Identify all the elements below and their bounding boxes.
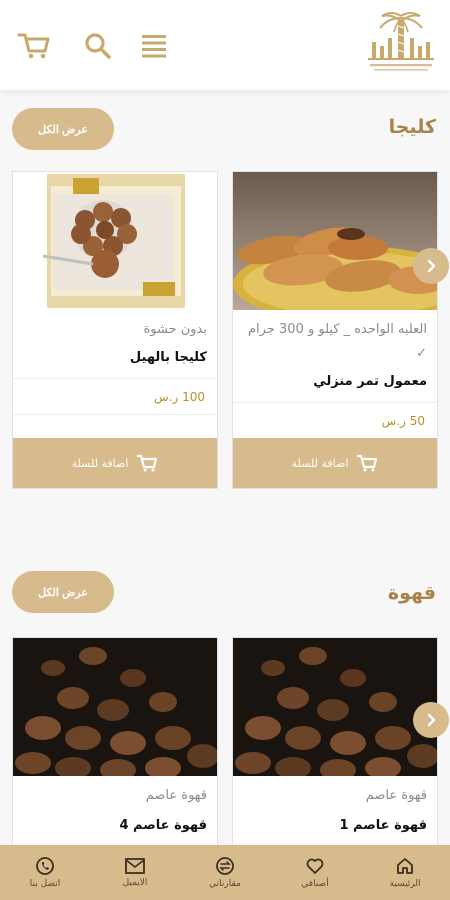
product-description: قهوة عاصم — [145, 788, 207, 803]
product-name[interactable]: كليجا بالهيل — [21, 350, 207, 365]
product-card[interactable]: العلبه الواحده _ كيلو و 300 جرام ✓ معمول… — [232, 171, 438, 489]
view-all-button[interactable]: عرض الكل — [12, 108, 114, 150]
product-price: 100 ر.س — [154, 390, 205, 404]
section-title: كليجا — [388, 116, 436, 138]
nav-compare[interactable]: مقارناتي — [180, 845, 270, 900]
nav-email[interactable]: الايميل — [90, 845, 180, 900]
add-to-cart-label: اضافة للسلة — [291, 456, 349, 470]
chevron-right-icon — [427, 259, 436, 273]
nav-contact[interactable]: اتصل بنا — [0, 845, 90, 900]
product-image[interactable] — [233, 172, 437, 310]
search-icon[interactable] — [80, 28, 116, 64]
section-title: قهوة — [387, 582, 436, 604]
add-to-cart-label: اضافة للسلة — [71, 456, 129, 470]
nav-label: اتصل بنا — [29, 879, 61, 889]
compare-icon — [216, 857, 234, 875]
nav-label: أصنافي — [301, 879, 329, 889]
nav-label: الايميل — [122, 878, 148, 888]
nav-home[interactable]: الرئيسية — [360, 845, 450, 900]
view-all-button[interactable]: عرض الكل — [12, 571, 114, 613]
home-icon — [397, 858, 413, 874]
bottom-navigation: الرئيسية أصنافي مقارناتي الايميل اتصل بن… — [0, 845, 450, 900]
add-to-cart-button[interactable]: اضافة للسلة — [233, 438, 437, 488]
brand-logo[interactable] — [362, 6, 440, 84]
add-to-cart-button[interactable]: اضافة للسلة — [13, 438, 217, 488]
heart-icon — [306, 858, 324, 874]
product-description: قهوة عاصم — [365, 788, 427, 803]
cart-icon — [137, 454, 158, 472]
menu-icon[interactable] — [136, 28, 172, 64]
product-name[interactable]: قهوة عاصم 1 — [241, 818, 427, 833]
phone-icon — [36, 857, 54, 875]
product-price: 50 ر.س — [381, 414, 425, 428]
app-header — [0, 0, 450, 90]
product-image[interactable] — [233, 638, 437, 776]
chevron-right-icon — [427, 713, 436, 727]
product-card[interactable]: قهوة عاصم قهوة عاصم 4 — [12, 637, 218, 857]
nav-label: الرئيسية — [389, 879, 421, 889]
product-image[interactable] — [13, 638, 217, 776]
product-name[interactable]: معمول تمر منزلي — [241, 374, 427, 389]
product-description: بدون حشوة — [143, 322, 207, 337]
cart-icon — [357, 454, 378, 472]
product-name[interactable]: قهوة عاصم 4 — [21, 818, 207, 833]
email-icon — [125, 858, 145, 874]
carousel-next-arrow[interactable] — [413, 702, 449, 738]
cart-icon[interactable] — [16, 28, 52, 64]
carousel-next-arrow[interactable] — [413, 248, 449, 284]
nav-label: مقارناتي — [209, 879, 241, 889]
product-card[interactable]: قهوة عاصم قهوة عاصم 1 — [232, 637, 438, 857]
nav-favorites[interactable]: أصنافي — [270, 845, 360, 900]
product-description: العلبه الواحده _ كيلو و 300 جرام ✓ — [247, 322, 427, 361]
product-image[interactable] — [13, 172, 217, 310]
product-card[interactable]: بدون حشوة كليجا بالهيل 100 ر.س اضافة للس… — [12, 171, 218, 489]
